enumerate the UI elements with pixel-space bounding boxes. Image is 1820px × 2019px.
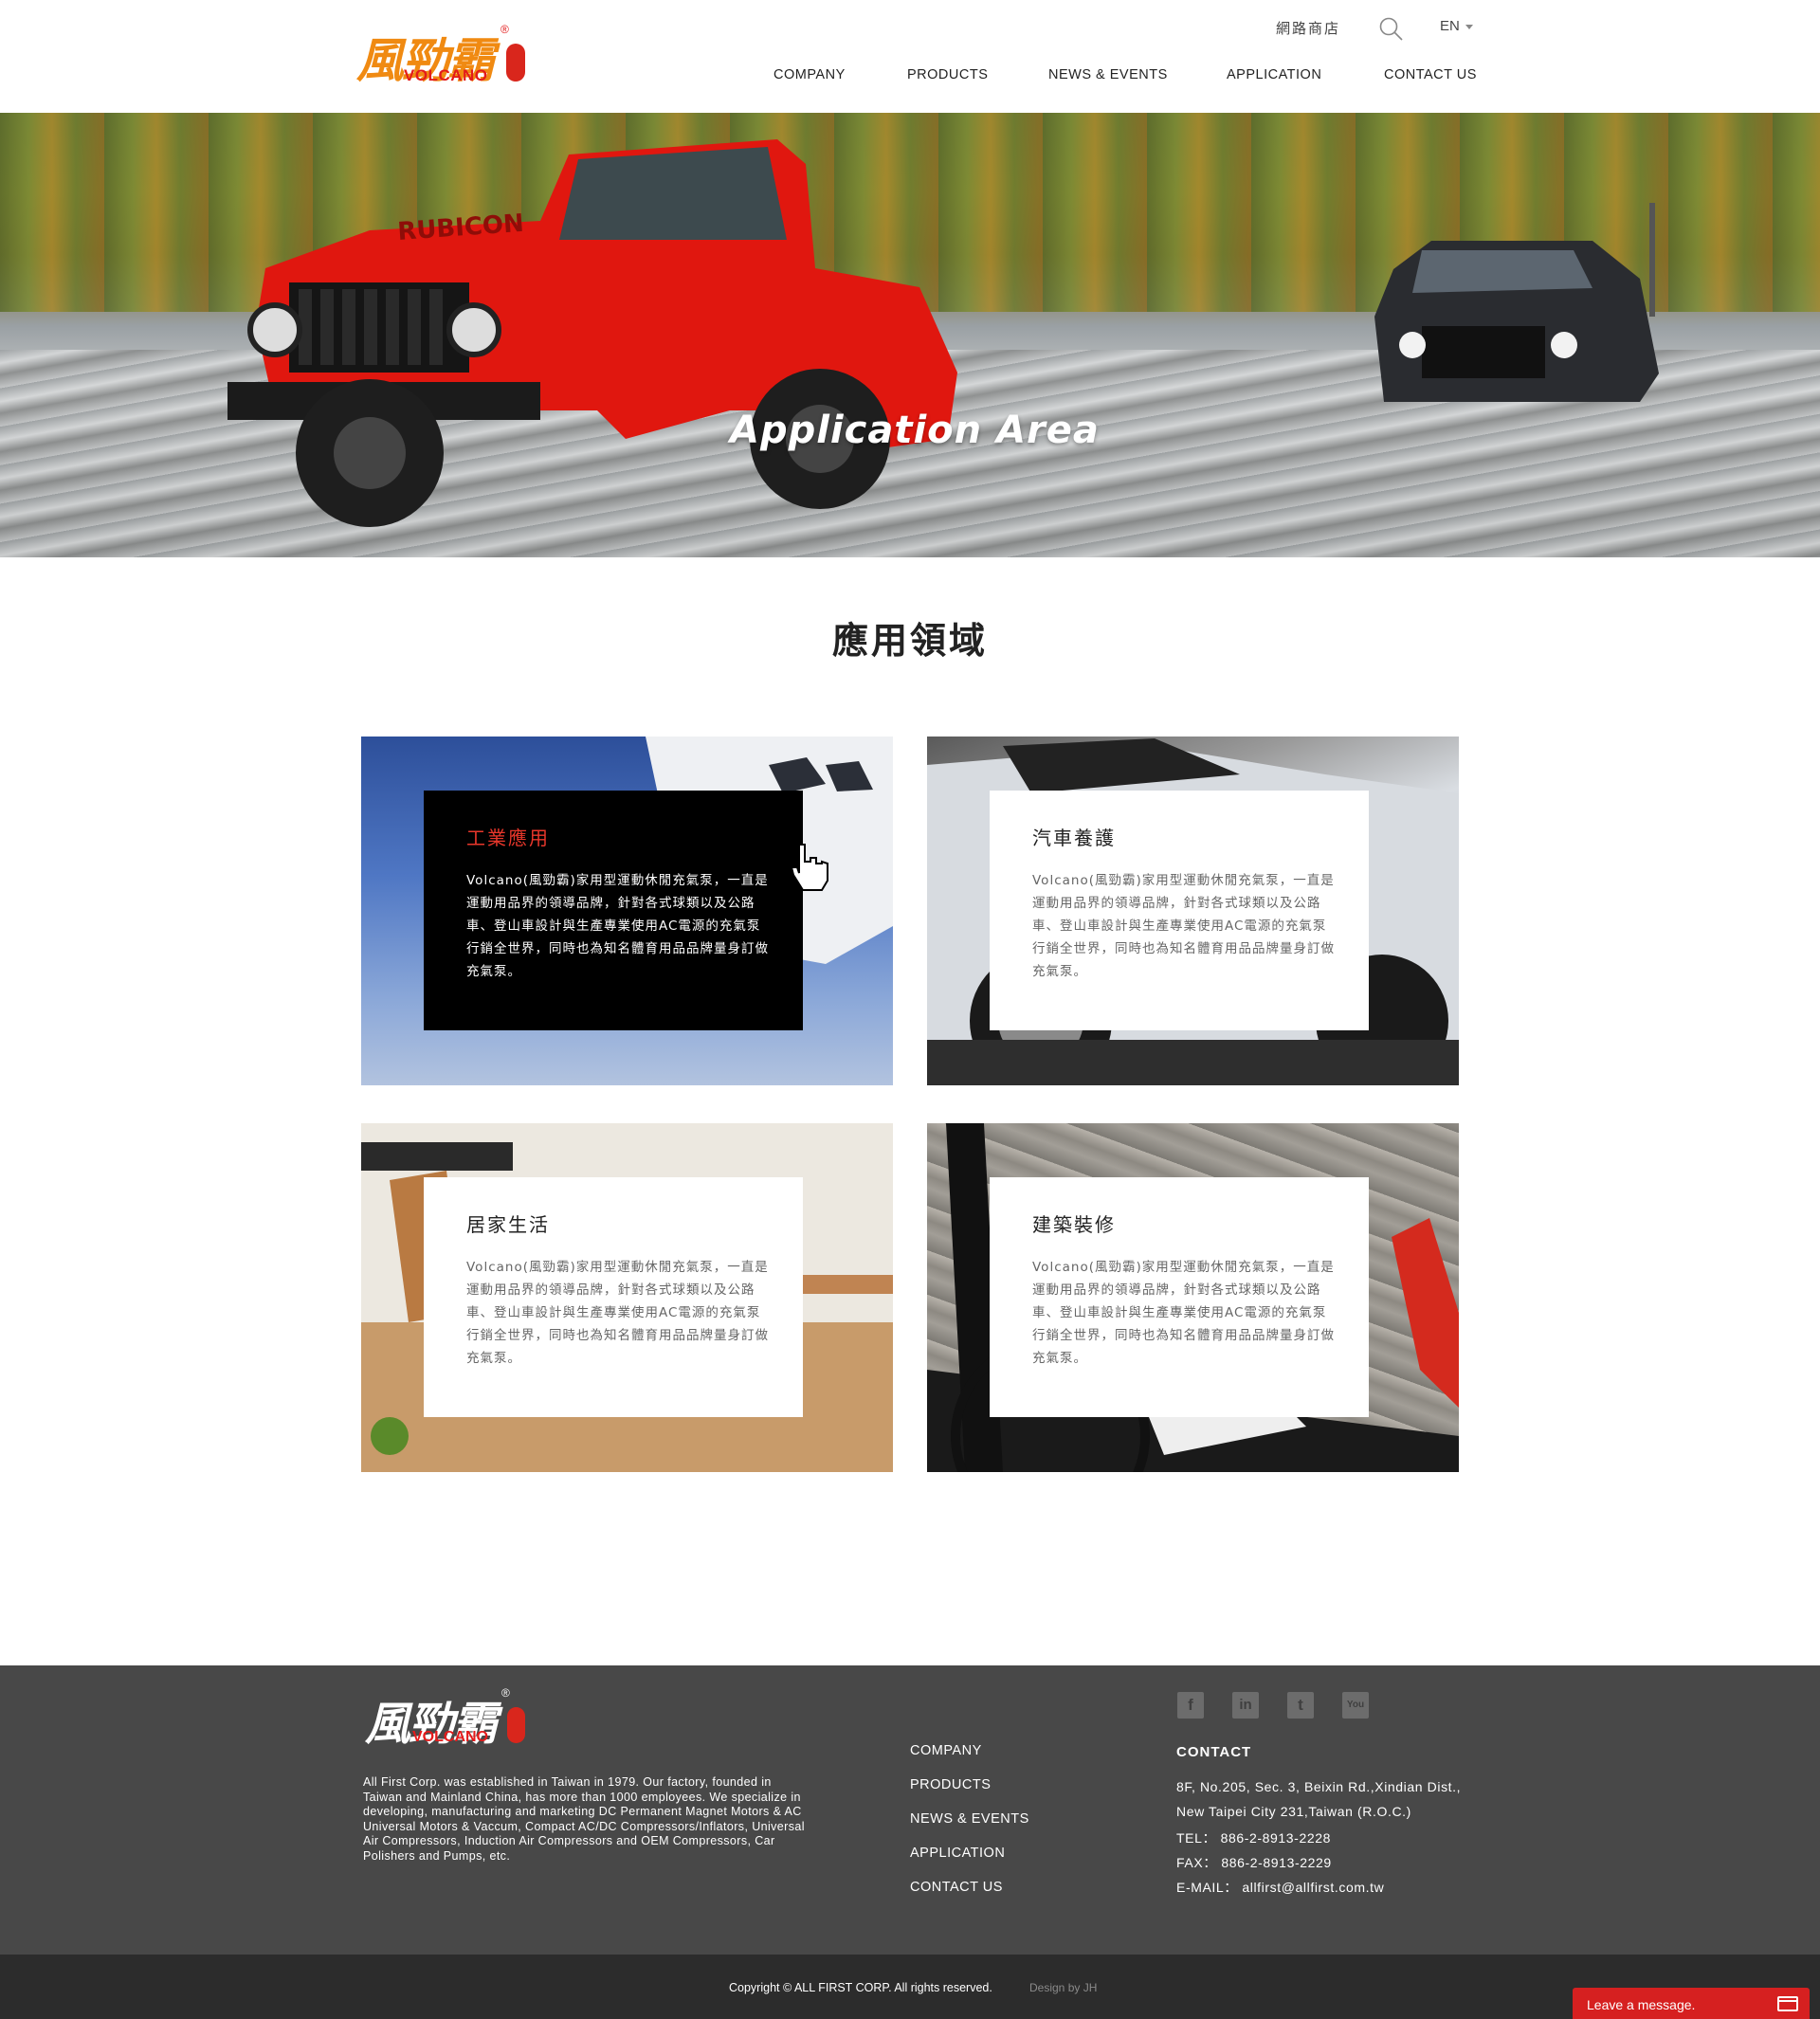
language-selector[interactable]: EN (1440, 18, 1473, 41)
contact-address-line-1: 8F, No.205, Sec. 3, Beixin Rd.,Xindian D… (1176, 1779, 1462, 1794)
bottom-bar: Copyright © ALL FIRST CORP. All rights r… (0, 1955, 1820, 2019)
site-logo[interactable]: 風勁霸 ® VOLCANO (356, 23, 527, 89)
site-footer: 風勁霸 ® VOLCANO All First Corp. was establ… (0, 1665, 1820, 1955)
card-description: Volcano(風勁霸)家用型運動休閒充氣泵，一直是運動用品界的領導品牌，針對各… (1032, 873, 1335, 979)
card-description: Volcano(風勁霸)家用型運動休閒充氣泵，一直是運動用品界的領導品牌，針對各… (1032, 1260, 1335, 1366)
card-title: 汽車養護 (1032, 827, 1116, 849)
search-icon[interactable] (1378, 16, 1405, 43)
nav-company[interactable]: COMPANY (774, 67, 846, 82)
footer-nav-application[interactable]: APPLICATION (910, 1846, 1005, 1861)
card-title: 建築裝修 (1032, 1213, 1116, 1236)
logo-seal-icon (507, 1707, 525, 1743)
card-title: 居家生活 (466, 1213, 550, 1236)
contact-fax: FAX： 886-2-8913-2229 (1176, 1855, 1332, 1870)
black-jeep-image (1374, 203, 1659, 402)
hero-title: Application Area (730, 409, 1100, 452)
logo-registered-mark: ® (501, 1686, 510, 1700)
footer-nav-contact-us[interactable]: CONTACT US (910, 1880, 1003, 1895)
footer-nav-company[interactable]: COMPANY (910, 1743, 982, 1758)
nav-products[interactable]: PRODUCTS (907, 67, 988, 82)
card-panel: 工業應用 Volcano(風勁霸)家用型運動休閒充氣泵，一直是運動用品界的領導品… (424, 791, 803, 1030)
chevron-down-icon (1465, 24, 1473, 29)
online-shop-link[interactable]: 網路商店 (1276, 18, 1340, 41)
logo-wordmark: VOLCANO (412, 1729, 488, 1745)
page-title: 應用領域 (831, 620, 988, 662)
youtube-icon[interactable]: You (1342, 1692, 1369, 1719)
leave-message-button[interactable]: Leave a message. (1573, 1988, 1810, 2019)
application-card-home-living[interactable]: 居家生活 Volcano(風勁霸)家用型運動休閒充氣泵，一直是運動用品界的領導品… (361, 1123, 893, 1472)
logo-seal-icon (506, 44, 525, 82)
nav-contact-us[interactable]: CONTACT US (1384, 67, 1477, 82)
message-window-icon (1777, 1996, 1798, 2011)
copyright-text: Copyright © ALL FIRST CORP. All rights r… (729, 1981, 992, 1994)
card-panel: 建築裝修 Volcano(風勁霸)家用型運動休閒充氣泵，一直是運動用品界的領導品… (990, 1177, 1369, 1417)
hero-banner: RUBICON Application Area (0, 113, 1820, 557)
contact-tel: TEL： 886-2-8913-2228 (1176, 1830, 1331, 1846)
nav-news-events[interactable]: NEWS & EVENTS (1048, 67, 1168, 82)
application-card-construction[interactable]: 建築裝修 Volcano(風勁霸)家用型運動休閒充氣泵，一直是運動用品界的領導品… (927, 1123, 1459, 1472)
card-title: 工業應用 (466, 827, 550, 849)
site-header: 風勁霸 ® VOLCANO 網路商店 EN COMPANY PRODUCTS N… (0, 0, 1820, 113)
linkedin-icon[interactable]: in (1232, 1692, 1259, 1719)
twitter-icon[interactable]: t (1287, 1692, 1314, 1719)
footer-nav-products[interactable]: PRODUCTS (910, 1777, 991, 1792)
company-description: All First Corp. was established in Taiwa… (363, 1775, 805, 1863)
hand-pointer-icon (790, 844, 828, 891)
leave-message-label: Leave a message. (1587, 1997, 1696, 2012)
language-label: EN (1440, 18, 1460, 34)
card-panel: 汽車養護 Volcano(風勁霸)家用型運動休閒充氣泵，一直是運動用品界的領導品… (990, 791, 1369, 1030)
facebook-icon[interactable]: f (1177, 1692, 1204, 1719)
card-description: Volcano(風勁霸)家用型運動休閒充氣泵，一直是運動用品界的領導品牌，針對各… (466, 873, 769, 979)
logo-registered-mark: ® (500, 23, 509, 36)
nav-application[interactable]: APPLICATION (1227, 67, 1321, 82)
card-panel: 居家生活 Volcano(風勁霸)家用型運動休閒充氣泵，一直是運動用品界的領導品… (424, 1177, 803, 1417)
application-card-car-care[interactable]: 汽車養護 Volcano(風勁霸)家用型運動休閒充氣泵，一直是運動用品界的領導品… (927, 737, 1459, 1085)
footer-logo[interactable]: 風勁霸 ® VOLCANO (365, 1686, 536, 1753)
logo-wordmark: VOLCANO (404, 66, 488, 84)
red-jeep-image: RUBICON (228, 139, 957, 527)
application-card-industrial[interactable]: 工業應用 Volcano(風勁霸)家用型運動休閒充氣泵，一直是運動用品界的領導品… (361, 737, 893, 1085)
contact-heading: CONTACT (1176, 1744, 1252, 1760)
footer-nav-news-events[interactable]: NEWS & EVENTS (910, 1811, 1029, 1827)
card-description: Volcano(風勁霸)家用型運動休閒充氣泵，一直是運動用品界的領導品牌，針對各… (466, 1260, 769, 1366)
contact-email[interactable]: E-MAIL： allfirst@allfirst.com.tw (1176, 1878, 1384, 1897)
design-credit[interactable]: Design by JH (1029, 1981, 1097, 1994)
contact-address-line-2: New Taipei City 231,Taiwan (R.O.C.) (1176, 1804, 1411, 1819)
